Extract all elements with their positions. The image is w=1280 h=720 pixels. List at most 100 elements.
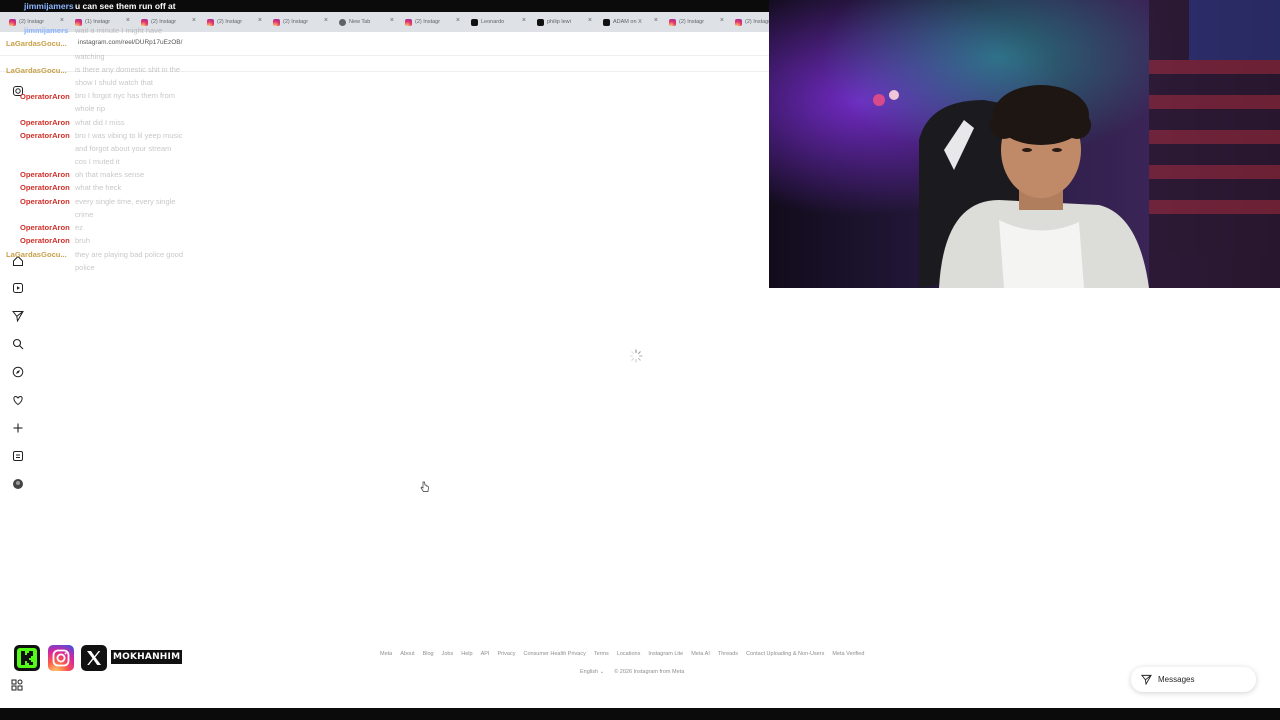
- chat-username: OperatorAron: [20, 223, 70, 232]
- instagram-icon: [273, 18, 280, 26]
- footer-link[interactable]: Meta Verified: [832, 651, 864, 657]
- tab-close-icon[interactable]: ×: [126, 17, 130, 24]
- chat-message: oh that makes sense: [75, 170, 145, 179]
- footer-link[interactable]: Privacy: [497, 651, 515, 657]
- instagram-icon: [9, 18, 16, 26]
- webcam-feed: [769, 0, 1280, 288]
- bottom-bar: [0, 708, 1280, 720]
- explore-icon[interactable]: [11, 365, 24, 378]
- new-tab-icon: [339, 18, 346, 26]
- chat-username: LaGardasGocu...: [6, 250, 67, 259]
- footer-link[interactable]: Terms: [594, 651, 609, 657]
- tab-title: New Tab: [349, 19, 371, 25]
- search-icon[interactable]: [11, 337, 24, 350]
- chat-message: what did I miss: [75, 118, 125, 127]
- tab-title: (2) Instagr: [745, 19, 769, 25]
- footer-link[interactable]: Meta: [380, 651, 392, 657]
- x-icon: [537, 18, 544, 26]
- chat-message: watching: [75, 52, 105, 61]
- instagram-logo-icon: [48, 645, 74, 671]
- messages-icon[interactable]: [11, 309, 24, 322]
- tab-close-icon[interactable]: ×: [720, 17, 724, 24]
- footer-link[interactable]: Locations: [617, 651, 641, 657]
- browser-tab[interactable]: philip lewi ×: [532, 12, 598, 32]
- x-logo-icon: [81, 645, 107, 671]
- tab-title: (2) Instagr: [415, 19, 441, 25]
- instagram-icon: [207, 18, 214, 26]
- footer-link[interactable]: About: [400, 651, 414, 657]
- footer-link[interactable]: Threads: [718, 651, 738, 657]
- chat-username: jimmijamers: [24, 26, 69, 35]
- tab-title: ADAM on X: [613, 19, 642, 25]
- footer-link[interactable]: Meta AI: [691, 651, 710, 657]
- chat-message: bruh: [75, 236, 91, 245]
- kick-logo-icon: [14, 645, 40, 671]
- tab-close-icon[interactable]: ×: [258, 17, 262, 24]
- tab-close-icon[interactable]: ×: [324, 17, 328, 24]
- messages-button[interactable]: Messages: [1131, 667, 1256, 692]
- chat-username: OperatorAron: [20, 92, 70, 101]
- footer-link[interactable]: API: [481, 651, 490, 657]
- browser-tab[interactable]: Leonardo ×: [466, 12, 532, 32]
- tab-close-icon[interactable]: ×: [654, 17, 658, 24]
- browser-tab[interactable]: (2) Instagr ×: [202, 12, 268, 32]
- instagram-icon: [405, 18, 412, 26]
- chat-username: OperatorAron: [20, 131, 70, 140]
- dashboard-icon[interactable]: [11, 449, 24, 462]
- x-icon: [603, 18, 610, 26]
- footer-link[interactable]: Instagram Lite: [648, 651, 683, 657]
- x-icon: [471, 18, 478, 26]
- tab-title: philip lewi: [547, 19, 571, 25]
- footer-link[interactable]: Contact Uploading & Non-Users: [746, 651, 824, 657]
- browser-tab[interactable]: (2) Instagr ×: [400, 12, 466, 32]
- tab-title: Leonardo: [481, 19, 505, 25]
- footer-link[interactable]: Consumer Health Privacy: [523, 651, 585, 657]
- webcam-image: [769, 0, 1280, 288]
- browser-tab[interactable]: (2) Instagr ×: [268, 12, 334, 32]
- footer-links: Meta About Blog Jobs Help API Privacy Consumer …: [380, 651, 900, 657]
- browser-tab[interactable]: (2) Instagr×: [730, 12, 769, 32]
- instagram-icon: [669, 18, 676, 26]
- create-icon[interactable]: [11, 421, 24, 434]
- tab-close-icon[interactable]: ×: [588, 17, 592, 24]
- tab-title: (2) Instagr: [217, 19, 243, 25]
- footer-link[interactable]: Jobs: [442, 651, 454, 657]
- url-text[interactable]: instagram.com/reel/DURp17uEzOB/: [78, 39, 182, 46]
- chat-message: bro I forgot nyc has them from whole rip: [75, 91, 176, 113]
- messages-label: Messages: [1158, 675, 1195, 684]
- reels-icon[interactable]: [11, 281, 24, 294]
- tab-close-icon[interactable]: ×: [192, 17, 196, 24]
- chat-username: OperatorAron: [20, 197, 70, 206]
- streamer-handle: MOKHANHIM: [111, 650, 183, 664]
- footer-sub: English ⌄ © 2026 Instagram from Meta: [580, 669, 684, 675]
- more-icon[interactable]: [11, 678, 24, 691]
- top-chat-message: u can see them run off at: [75, 1, 176, 11]
- tab-title: (2) Instagr: [283, 19, 309, 25]
- browser-tab[interactable]: (2) Instagr ×: [664, 12, 730, 32]
- top-chat-username: jimmijamers: [24, 1, 74, 11]
- notifications-icon[interactable]: [11, 393, 24, 406]
- browser-tab[interactable]: New Tab ×: [334, 12, 400, 32]
- copyright-text: © 2026 Instagram from Meta: [614, 669, 685, 675]
- chat-message: is there any domestic shit in the show I…: [75, 65, 181, 87]
- footer-link[interactable]: Help: [461, 651, 472, 657]
- tab-close-icon[interactable]: ×: [522, 17, 526, 24]
- chat-message: every single time, every single crime: [75, 197, 176, 219]
- chat-username: OperatorAron: [20, 170, 70, 179]
- chat-username: OperatorAron: [20, 236, 70, 245]
- browser-tab[interactable]: ADAM on X ×: [598, 12, 664, 32]
- footer-link[interactable]: Blog: [423, 651, 434, 657]
- profile-icon[interactable]: [11, 477, 24, 490]
- chat-message: bro I was vibing to lil yeep music and f…: [75, 131, 183, 166]
- chat-username: LaGardasGocu...: [6, 66, 67, 75]
- tab-close-icon[interactable]: ×: [456, 17, 460, 24]
- tab-title: (2) Instagr: [679, 19, 705, 25]
- tab-close-icon[interactable]: ×: [390, 17, 394, 24]
- loading-spinner-icon: [629, 349, 643, 363]
- hand-cursor-icon: [420, 481, 429, 492]
- send-icon: [1141, 674, 1152, 685]
- tab-close-icon[interactable]: ×: [60, 17, 64, 24]
- chat-username: OperatorAron: [20, 183, 70, 192]
- instagram-icon: [735, 18, 742, 26]
- language-selector[interactable]: English ⌄: [580, 669, 604, 675]
